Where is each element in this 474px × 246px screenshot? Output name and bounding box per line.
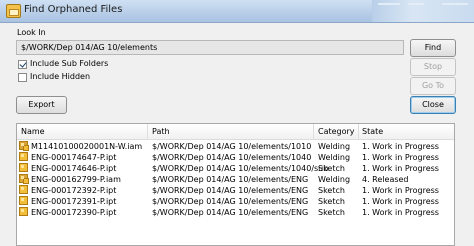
- assembly-file-icon: [19, 141, 29, 151]
- row-path: $/WORK/Dep 014/AG 10/elements/1040: [152, 153, 312, 162]
- part-file-icon: [19, 185, 28, 194]
- close-button[interactable]: Close: [410, 96, 456, 114]
- column-header-name[interactable]: Name: [21, 127, 45, 136]
- row-path: $/WORK/Dep 014/AG 10/elements/ENG: [152, 197, 309, 206]
- row-state: 1. Work in Progress: [362, 186, 439, 195]
- row-name: ENG-000172391-P.ipt: [31, 197, 117, 206]
- row-category: Welding: [318, 142, 351, 151]
- table-row[interactable]: ENG-000162799-P.iam $/WORK/Dep 014/AG 10…: [17, 174, 454, 185]
- part-file-icon: [19, 207, 28, 216]
- go-to-button[interactable]: Go To: [410, 77, 456, 95]
- row-category: Sketch: [318, 208, 345, 217]
- row-path: $/WORK/Dep 014/AG 10/elements/ENG: [152, 186, 309, 195]
- look-in-label: Look In: [17, 28, 46, 37]
- row-name: ENG-000172392-P.ipt: [31, 186, 117, 195]
- include-hidden-checkbox[interactable]: [18, 73, 27, 82]
- window-title: Find Orphaned Files: [24, 4, 123, 15]
- row-state: 1. Work in Progress: [362, 164, 439, 173]
- row-category: Sketch: [318, 186, 345, 195]
- row-category: Sketch: [318, 197, 345, 206]
- include-sub-folders-checkbox[interactable]: [18, 60, 27, 69]
- include-sub-folders-label: Include Sub Folders: [30, 59, 109, 68]
- find-button[interactable]: Find: [410, 39, 456, 57]
- title-bar: Find Orphaned Files: [0, 0, 474, 23]
- part-file-icon: [19, 163, 28, 172]
- row-state: 1. Work in Progress: [362, 197, 439, 206]
- folder-icon: [6, 4, 21, 18]
- table-row[interactable]: ENG-000174646-P.ipt $/WORK/Dep 014/AG 10…: [17, 163, 454, 174]
- results-list[interactable]: Name Path Category State M11410100020001…: [16, 123, 455, 246]
- row-category: Welding: [318, 175, 351, 184]
- assembly-file-icon: [19, 174, 29, 184]
- column-header-category[interactable]: Category: [318, 127, 355, 136]
- row-state: 4. Released: [362, 175, 409, 184]
- row-state: 1. Work in Progress: [362, 153, 439, 162]
- look-in-path-field[interactable]: $/WORK/Dep 014/AG 10/elements: [16, 40, 404, 55]
- table-row[interactable]: ENG-000174647-P.ipt $/WORK/Dep 014/AG 10…: [17, 152, 454, 163]
- export-button[interactable]: Export: [16, 96, 67, 114]
- row-name: ENG-000162799-P.iam: [31, 175, 121, 184]
- table-row[interactable]: ENG-000172390-P.ipt $/WORK/Dep 014/AG 10…: [17, 207, 454, 218]
- include-hidden-label: Include Hidden: [30, 72, 91, 81]
- row-name: ENG-000174646-P.ipt: [31, 164, 117, 173]
- list-header: Name Path Category State: [17, 124, 454, 140]
- row-category: Welding: [318, 153, 351, 162]
- row-name: M11410100020001N-W.iam: [31, 142, 143, 151]
- stop-button[interactable]: Stop: [410, 58, 456, 76]
- part-file-icon: [19, 152, 28, 161]
- row-path: $/WORK/Dep 014/AG 10/elements/ENG: [152, 208, 309, 217]
- row-name: ENG-000174647-P.ipt: [31, 153, 117, 162]
- part-file-icon: [19, 196, 28, 205]
- row-name: ENG-000172390-P.ipt: [31, 208, 117, 217]
- table-row[interactable]: ENG-000172391-P.ipt $/WORK/Dep 014/AG 10…: [17, 196, 454, 207]
- row-category: Sketch: [318, 164, 345, 173]
- row-state: 1. Work in Progress: [362, 142, 439, 151]
- row-path: $/WORK/Dep 014/AG 10/elements/1010: [152, 142, 312, 151]
- row-path: $/WORK/Dep 014/AG 10/elements/ENG: [152, 175, 309, 184]
- table-row[interactable]: ENG-000172392-P.ipt $/WORK/Dep 014/AG 10…: [17, 185, 454, 196]
- table-row[interactable]: M11410100020001N-W.iam $/WORK/Dep 014/AG…: [17, 141, 454, 152]
- background-window-strip: [372, 0, 474, 22]
- column-header-path[interactable]: Path: [152, 127, 170, 136]
- column-header-state[interactable]: State: [362, 127, 383, 136]
- row-state: 1. Work in Progress: [362, 208, 439, 217]
- row-path: $/WORK/Dep 014/AG 10/elements/1040/sub: [152, 164, 329, 173]
